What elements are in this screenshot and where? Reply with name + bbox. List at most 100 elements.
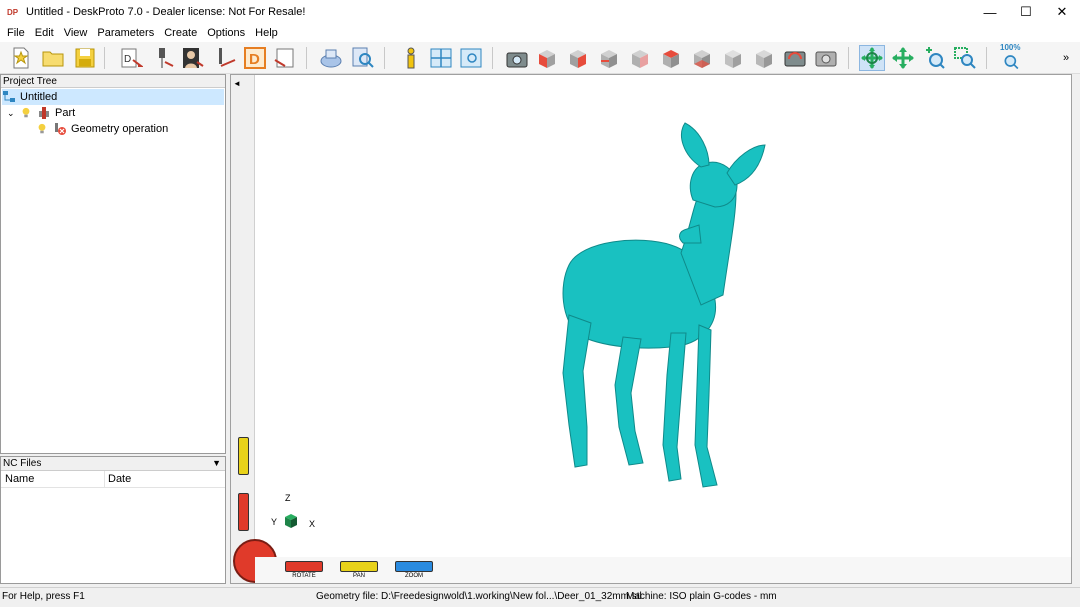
zoom-box-icon [954, 47, 976, 69]
menu-edit[interactable]: Edit [30, 27, 59, 39]
menu-help[interactable]: Help [250, 27, 283, 39]
close-button[interactable]: ✕ [1044, 0, 1080, 24]
camera-icon [506, 52, 528, 68]
toolbar: D D 100% » [0, 42, 1080, 74]
zoom-box-mode-button[interactable] [952, 45, 978, 71]
3d-viewport[interactable]: ◄ Z Y X ROTATE PAN ZOOM [230, 74, 1072, 584]
rotate-label: ROTATE [292, 573, 316, 579]
zoom-slider[interactable] [395, 561, 433, 572]
pan-mode-button[interactable] [890, 45, 916, 71]
view-iso-2-button[interactable] [751, 45, 777, 71]
camera-rotate-icon [784, 51, 806, 67]
menu-bar: File Edit View Parameters Create Options… [0, 24, 1080, 42]
window-zoom-icon [460, 48, 482, 68]
drill-icon [159, 48, 174, 68]
pan-arrows-icon [892, 47, 914, 69]
column-date[interactable]: Date [108, 473, 131, 485]
layout-view-button[interactable] [428, 45, 454, 71]
view-iso-button[interactable] [720, 45, 746, 71]
svg-text:D: D [249, 51, 260, 68]
axis-x-label: X [309, 519, 316, 529]
zoom-window-button[interactable] [458, 45, 484, 71]
status-bar: For Help, press F1 Geometry file: D:\Fre… [0, 587, 1080, 607]
find-button[interactable] [350, 45, 376, 71]
view-bottom-button[interactable] [689, 45, 715, 71]
view-back-button[interactable] [565, 45, 591, 71]
open-project-button[interactable] [40, 45, 66, 71]
tool-parameters-button[interactable] [150, 45, 176, 71]
geometry-operation-icon [53, 122, 67, 136]
print-icon [320, 49, 342, 68]
zoom-in-mode-button[interactable] [921, 45, 947, 71]
drawing-tool-button[interactable] [212, 45, 238, 71]
camera-button[interactable] [504, 45, 530, 71]
cube-bottom-icon [694, 50, 710, 68]
menu-create[interactable]: Create [159, 27, 202, 39]
save-project-button[interactable] [72, 45, 98, 71]
rotate-mode-button[interactable] [859, 45, 885, 71]
zoom-in-icon [926, 47, 945, 69]
deskproto-logo-icon: DP [6, 5, 20, 19]
deer-model[interactable] [231, 75, 1073, 585]
toolbar-overflow-chevron-icon[interactable]: » [1058, 45, 1074, 71]
menu-options[interactable]: Options [202, 27, 250, 39]
chevron-down-icon[interactable]: ⌄ [7, 108, 19, 119]
project-tree-icon [2, 90, 16, 104]
export-geometry-button[interactable] [272, 45, 298, 71]
zoom-100-icon [1004, 55, 1019, 70]
dropdown-arrow-icon[interactable]: ▼ [212, 457, 221, 470]
nc-files-panel: NC Files ▼ Name Date [0, 456, 226, 584]
axis-cube-icon [285, 514, 297, 528]
view-left-button[interactable] [596, 45, 622, 71]
tree-item-untitled[interactable]: Untitled [2, 89, 224, 105]
cube-right-icon [632, 50, 648, 68]
status-geometry-file: Geometry file: D:\Freedesignwold\1.worki… [316, 591, 642, 602]
info-button[interactable] [398, 45, 424, 71]
print-button[interactable] [318, 45, 344, 71]
export-icon [274, 48, 294, 68]
cube-back-icon [570, 50, 586, 68]
view-top-button[interactable] [658, 45, 684, 71]
camera-reset-button[interactable] [813, 45, 839, 71]
rotate-arrows-icon [861, 47, 883, 69]
maximize-button[interactable]: ☐ [1008, 0, 1044, 24]
title-bar: DP Untitled - DeskProto 7.0 - Dealer lic… [0, 0, 1080, 24]
menu-parameters[interactable]: Parameters [92, 27, 159, 39]
status-machine: Machine: ISO plain G-codes - mm [626, 591, 777, 602]
minimize-button[interactable]: — [972, 0, 1008, 24]
project-tree-panel: Project Tree Untitled ⌄ Part Geometry op… [0, 74, 226, 454]
new-project-button[interactable] [8, 45, 34, 71]
part-image-button[interactable] [180, 45, 206, 71]
tree-item-geometry-operation[interactable]: Geometry operation [35, 121, 168, 137]
tree-item-label: Geometry operation [71, 123, 169, 135]
cube-plain-icon [756, 50, 772, 68]
lightbulb-icon[interactable] [35, 122, 49, 136]
tree-item-part[interactable]: ⌄ Part [7, 105, 75, 121]
column-name[interactable]: Name [5, 473, 34, 485]
axis-z-label: Z [285, 493, 291, 503]
lightbulb-icon[interactable] [19, 106, 33, 120]
rotate-slider[interactable] [285, 561, 323, 572]
d-letter-icon: D [244, 47, 266, 69]
pen-icon [219, 48, 236, 67]
view-front-button[interactable] [534, 45, 560, 71]
zoom-100-button[interactable]: 100% [998, 43, 1028, 71]
camera-rotate-button[interactable] [782, 45, 808, 71]
menu-view[interactable]: View [59, 27, 93, 39]
tool-d-button[interactable]: D [242, 45, 268, 71]
info-icon [407, 47, 415, 69]
zoom-100-label: 100% [1000, 43, 1021, 52]
menu-file[interactable]: File [2, 27, 30, 39]
cube-front-icon [539, 50, 555, 68]
pan-slider[interactable] [340, 561, 378, 572]
nc-files-header: NC Files [3, 458, 42, 469]
cube-left-icon [601, 50, 617, 68]
project-tree-header: Project Tree [1, 75, 225, 88]
grid-window-icon [430, 48, 452, 68]
import-geometry-button[interactable]: D [118, 45, 144, 71]
view-right-button[interactable] [627, 45, 653, 71]
part-icon [37, 106, 51, 120]
axis-triad: Z Y X [269, 493, 319, 543]
zoom-label: ZOOM [405, 573, 423, 579]
magnifier-icon [352, 47, 374, 68]
